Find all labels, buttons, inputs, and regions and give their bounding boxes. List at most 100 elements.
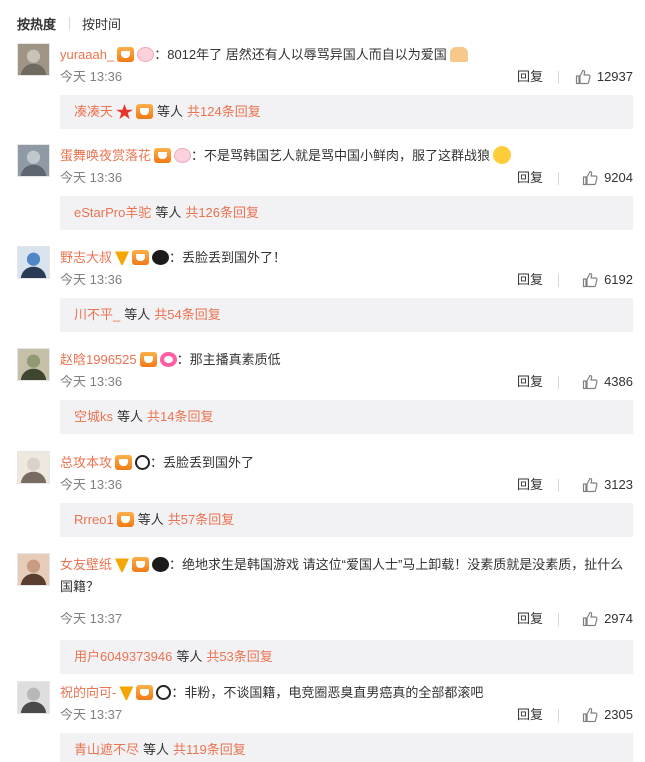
reply-summary[interactable]: eStarPro羊驼 等人 共126条回复 xyxy=(60,196,633,230)
waiting-text: 等人 xyxy=(117,409,144,424)
comment-time: 今天 13:36 xyxy=(60,69,123,84)
avatar[interactable] xyxy=(17,246,50,279)
praying-hands-icon xyxy=(449,47,468,62)
vip-badge-icon xyxy=(117,47,135,62)
reply-button[interactable]: 回复 xyxy=(517,609,543,629)
comment-username[interactable]: 总攻本攻 xyxy=(60,455,112,470)
avatar[interactable] xyxy=(17,348,50,381)
reply-username[interactable]: 川不平_ xyxy=(74,307,120,322)
avatar[interactable] xyxy=(17,43,50,76)
comment-meta: 今天 13:37 回复 2305 xyxy=(60,705,633,725)
donut-emoji-icon xyxy=(159,352,177,367)
reply-username[interactable]: 用户6049373946 xyxy=(74,649,172,664)
like-button[interactable]: 2974 xyxy=(582,609,633,629)
reply-button[interactable]: 回复 xyxy=(517,270,543,290)
comment-body: ：8012年了 居然还有人以辱骂异国人而自以为爱国 xyxy=(154,47,447,62)
reply-count-link[interactable]: 共53条回复 xyxy=(206,649,272,664)
vip-badge-icon xyxy=(154,148,172,163)
reply-button[interactable]: 回复 xyxy=(517,475,543,495)
reply-button[interactable]: 回复 xyxy=(517,705,543,725)
reply-count-link[interactable]: 共126条回复 xyxy=(185,205,259,220)
vip-badge-icon xyxy=(136,104,154,119)
reply-count-link[interactable]: 共54条回复 xyxy=(154,307,220,322)
comment-username[interactable]: 赵晗1996525 xyxy=(60,352,137,367)
waiting-text: 等人 xyxy=(124,307,151,322)
reply-username[interactable]: Rrreo1 xyxy=(74,512,114,527)
comment-username[interactable]: 祝的向可- xyxy=(60,685,116,700)
reply-summary[interactable]: Rrreo1 等人 共57条回复 xyxy=(60,503,633,537)
waiting-text: 等人 xyxy=(143,742,170,757)
reply-username[interactable]: eStarPro羊驼 xyxy=(74,205,151,220)
comment-username[interactable]: 女友壁纸 xyxy=(60,557,112,572)
sort-by-hot-tab[interactable]: 按热度 xyxy=(17,14,56,33)
vip-badge-icon xyxy=(116,512,134,527)
reply-summary[interactable]: 青山遮不尽 等人 共119条回复 xyxy=(60,733,633,762)
like-count: 2305 xyxy=(604,707,633,722)
avatar[interactable] xyxy=(17,144,50,177)
avatar[interactable] xyxy=(17,451,50,484)
divider xyxy=(558,274,559,287)
divider xyxy=(69,16,71,30)
waiting-text: 等人 xyxy=(137,512,164,527)
comment-username[interactable]: yuraaah_ xyxy=(60,47,114,62)
comment-meta: 今天 13:36 回复 6192 xyxy=(60,270,633,290)
sort-by-time-tab[interactable]: 按时间 xyxy=(82,14,121,33)
reply-username[interactable]: 空城ks xyxy=(74,409,113,424)
reply-button[interactable]: 回复 xyxy=(517,372,543,392)
reply-count-link[interactable]: 共119条回复 xyxy=(173,742,246,757)
reply-count-link[interactable]: 共124条回复 xyxy=(187,104,261,119)
comment-time: 今天 13:37 xyxy=(60,707,123,722)
comment-body: ：那主播真素质低 xyxy=(176,352,281,367)
avatar[interactable] xyxy=(17,553,50,586)
comment-time: 今天 13:36 xyxy=(60,374,123,389)
reply-summary[interactable]: 凑凑天 等人 共124条回复 xyxy=(60,95,633,129)
vip-badge-icon xyxy=(136,685,154,700)
thumbs-up-icon xyxy=(582,611,598,627)
like-button[interactable]: 3123 xyxy=(582,475,633,495)
comment-body: ：不是骂韩国艺人就是骂中国小鲜肉，服了这群战狼 xyxy=(191,148,491,163)
star-badge-icon xyxy=(116,104,134,119)
like-button[interactable]: 6192 xyxy=(582,270,633,290)
reply-summary[interactable]: 川不平_ 等人 共54条回复 xyxy=(60,298,633,332)
verified-v-icon xyxy=(119,686,134,700)
thumbs-up-icon xyxy=(575,69,591,85)
divider xyxy=(558,172,559,185)
panda-emoji-icon xyxy=(135,455,151,470)
comment-time: 今天 13:36 xyxy=(60,272,123,287)
like-button[interactable]: 4386 xyxy=(582,372,633,392)
divider xyxy=(558,71,559,84)
comment-time: 今天 13:37 xyxy=(60,611,123,626)
comment-body: ：丢脸丢到国外了 xyxy=(150,455,255,470)
avatar-icon xyxy=(18,682,49,713)
sunglasses-emoji-icon xyxy=(152,557,170,572)
comment-text-line: 蛋舞唤夜赏落花 ：不是骂韩国艺人就是骂中国小鲜肉，服了这群战狼 xyxy=(60,145,633,167)
reply-count-link[interactable]: 共57条回复 xyxy=(168,512,234,527)
reply-count-link[interactable]: 共14条回复 xyxy=(147,409,213,424)
like-button[interactable]: 12937 xyxy=(575,67,633,87)
reply-button[interactable]: 回复 xyxy=(517,67,543,87)
like-count: 6192 xyxy=(604,272,633,287)
verified-v-icon xyxy=(115,558,130,572)
reply-username[interactable]: 凑凑天 xyxy=(74,104,113,119)
waiting-text: 等人 xyxy=(157,104,184,119)
panda-emoji-icon xyxy=(156,685,172,700)
thumbs-up-icon xyxy=(582,707,598,723)
thumbs-up-icon xyxy=(582,272,598,288)
comment-body: ：非粉，不谈国籍，电竞圈恶臭直男癌真的全部都滚吧 xyxy=(171,685,484,700)
comment-text-line: 赵晗1996525 ：那主播真素质低 xyxy=(60,349,633,371)
reply-username[interactable]: 青山遮不尽 xyxy=(74,742,139,757)
comment-username[interactable]: 野志大叔 xyxy=(60,250,112,265)
comment-text-line: 总攻本攻 ：丢脸丢到国外了 xyxy=(60,452,633,474)
reply-summary[interactable]: 用户6049373946 等人 共53条回复 xyxy=(60,640,633,674)
reply-summary[interactable]: 空城ks 等人 共14条回复 xyxy=(60,400,633,434)
comment-time: 今天 13:36 xyxy=(60,170,123,185)
avatar[interactable] xyxy=(17,681,50,714)
sort-bar: 按热度 按时间 xyxy=(17,13,121,33)
reply-button[interactable]: 回复 xyxy=(517,168,543,188)
like-button[interactable]: 2305 xyxy=(582,705,633,725)
comment-username[interactable]: 蛋舞唤夜赏落花 xyxy=(60,148,151,163)
like-button[interactable]: 9204 xyxy=(582,168,633,188)
smile-emoji-icon xyxy=(493,146,512,164)
vip-badge-icon xyxy=(139,352,157,367)
verified-v-icon xyxy=(115,251,130,265)
